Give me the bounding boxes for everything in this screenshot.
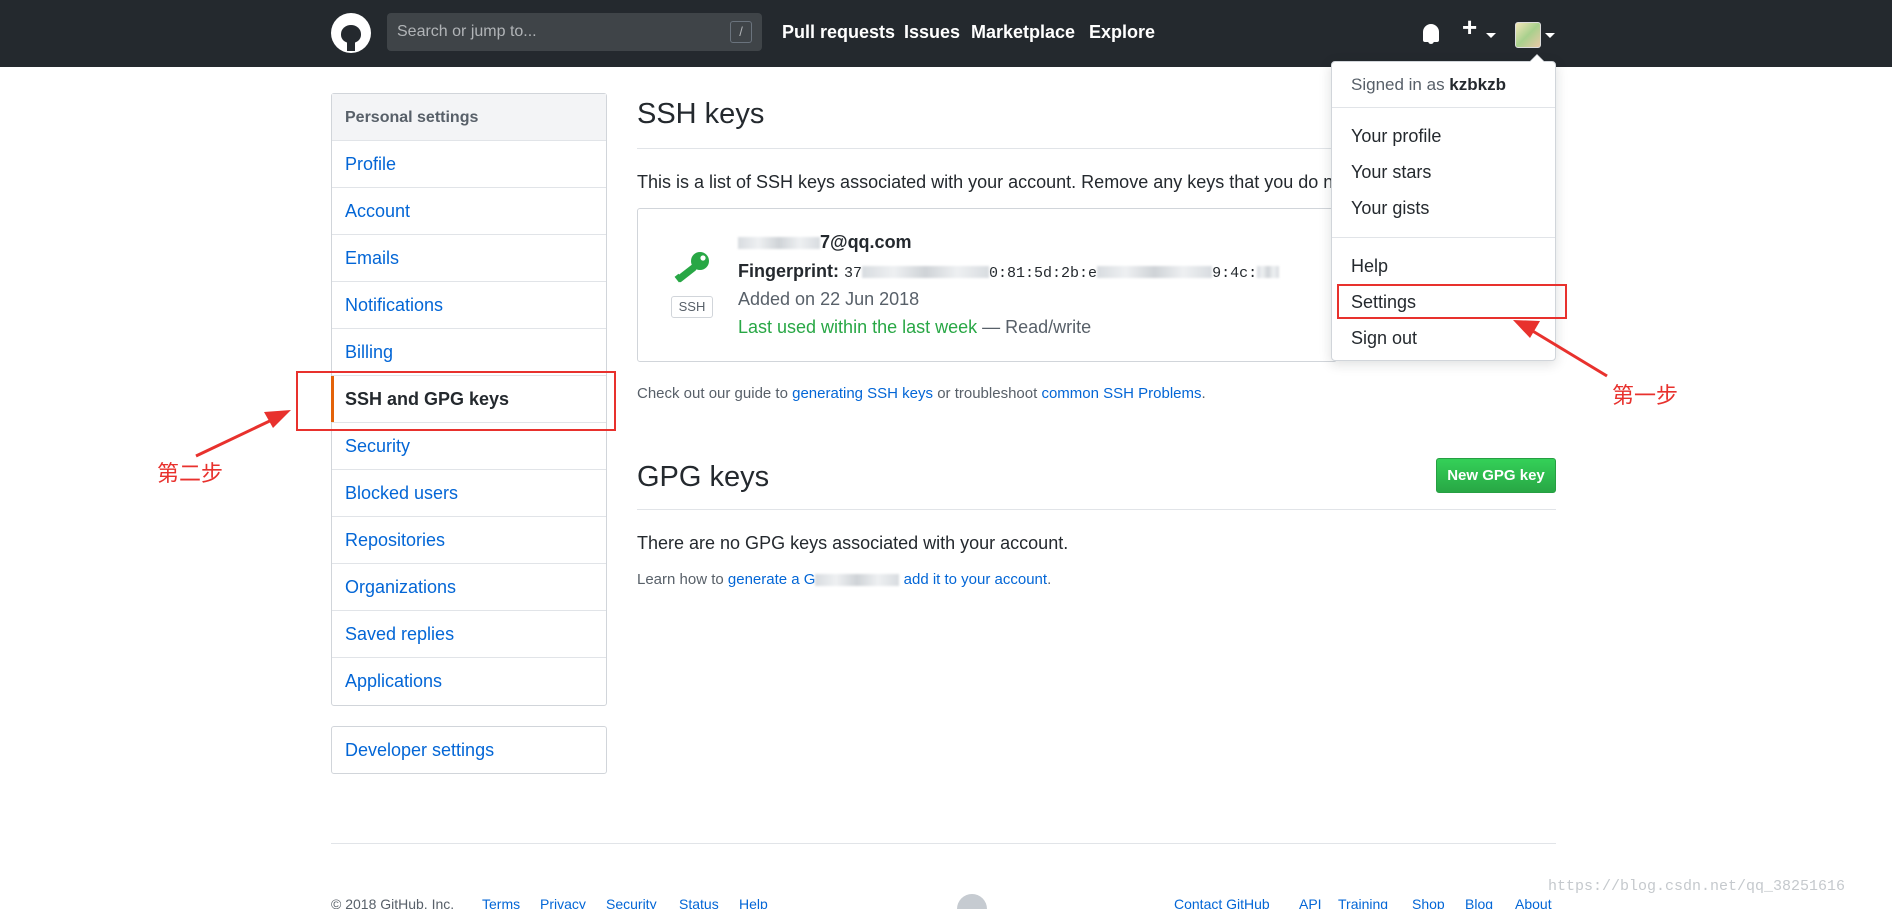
footer-training-link[interactable]: Training <box>1338 896 1388 909</box>
footer-divider <box>331 843 1556 844</box>
footer-blog-link[interactable]: Blog <box>1465 896 1493 909</box>
footer-contact-link[interactable]: Contact GitHub <box>1174 896 1270 909</box>
step2-arrowhead-icon <box>264 410 291 428</box>
annotation-arrows <box>195 320 1608 458</box>
step1-arrow-line <box>1525 325 1608 378</box>
watermark: https://blog.csdn.net/qq_38251616 <box>1548 878 1846 895</box>
footer-privacy-link[interactable]: Privacy <box>540 896 586 909</box>
footer-security-link[interactable]: Security <box>606 896 657 909</box>
step2-label: 第二步 <box>157 462 224 487</box>
step1-label: 第一步 <box>1612 384 1679 409</box>
footer-about-link[interactable]: About <box>1515 896 1552 909</box>
footer-terms-link[interactable]: Terms <box>482 896 520 909</box>
step2-arrow-line <box>195 416 277 458</box>
footer-status-link[interactable]: Status <box>679 896 719 909</box>
footer-api-link[interactable]: API <box>1299 896 1322 909</box>
footer-help-link[interactable]: Help <box>739 896 768 909</box>
footer-copyright: © 2018 GitHub, Inc. <box>331 896 455 909</box>
step1-arrowhead-icon <box>1513 320 1540 338</box>
footer-shop-link[interactable]: Shop <box>1412 896 1445 909</box>
